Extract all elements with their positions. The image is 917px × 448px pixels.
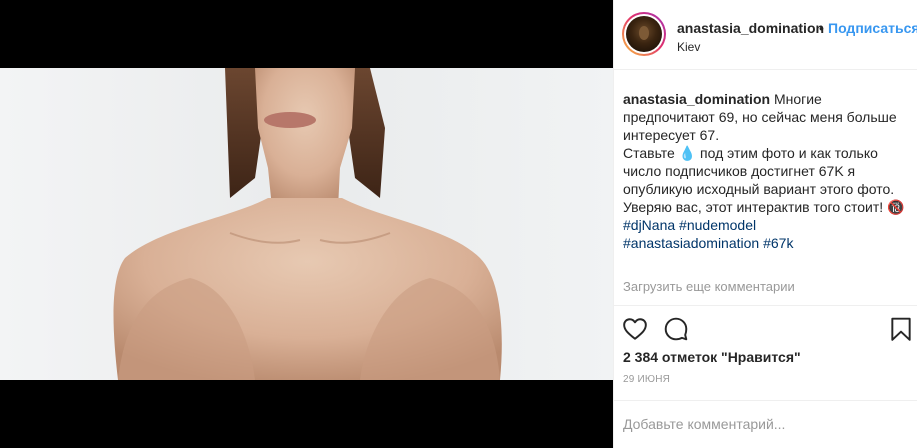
post-side-panel: anastasia_domination • Подписаться Kiev …: [613, 0, 917, 448]
avatar-image: [624, 14, 664, 54]
post-photo[interactable]: [0, 68, 613, 380]
post-media: [0, 0, 613, 448]
avatar-photo: [626, 16, 662, 52]
post-caption: anastasia_domination Многие предпочитают…: [623, 90, 908, 252]
follow-button[interactable]: Подписаться: [828, 20, 917, 36]
likes-count[interactable]: 2 384 отметок "Нравится": [623, 349, 801, 365]
post-header: anastasia_domination • Подписаться Kiev: [614, 0, 917, 70]
heart-outline-icon: [623, 318, 647, 340]
avatar-face: [639, 26, 649, 40]
comment-bar: [614, 400, 917, 448]
username-link[interactable]: anastasia_domination: [677, 20, 824, 36]
post-actions: [614, 305, 917, 345]
comment-button[interactable]: [663, 316, 691, 344]
avatar[interactable]: [622, 12, 666, 56]
like-button[interactable]: [622, 316, 650, 344]
hashtag-67k[interactable]: #67k: [763, 235, 793, 251]
hashtag-anastasiadomination[interactable]: #anastasiadomination: [623, 235, 759, 251]
separator-dot: •: [819, 20, 824, 36]
bookmark-outline-icon: [891, 317, 911, 341]
hashtag-djnana[interactable]: #djNana: [623, 217, 675, 233]
photo-illustration: [0, 68, 613, 380]
adult-emoji: 🔞: [887, 199, 905, 215]
caption-username[interactable]: anastasia_domination: [623, 91, 770, 107]
post-date[interactable]: 29 ИЮНЯ: [623, 374, 670, 385]
comment-bubble-icon: [664, 317, 688, 341]
caption-text-2a: Ставьте: [623, 145, 679, 161]
drop-emoji: 💧: [678, 145, 697, 161]
load-more-comments-button[interactable]: Загрузить еще комментарии: [623, 279, 795, 294]
bookmark-button[interactable]: [888, 316, 916, 344]
hashtag-nudemodel[interactable]: #nudemodel: [679, 217, 756, 233]
location-link[interactable]: Kiev: [677, 40, 700, 54]
comment-input[interactable]: [623, 413, 903, 435]
